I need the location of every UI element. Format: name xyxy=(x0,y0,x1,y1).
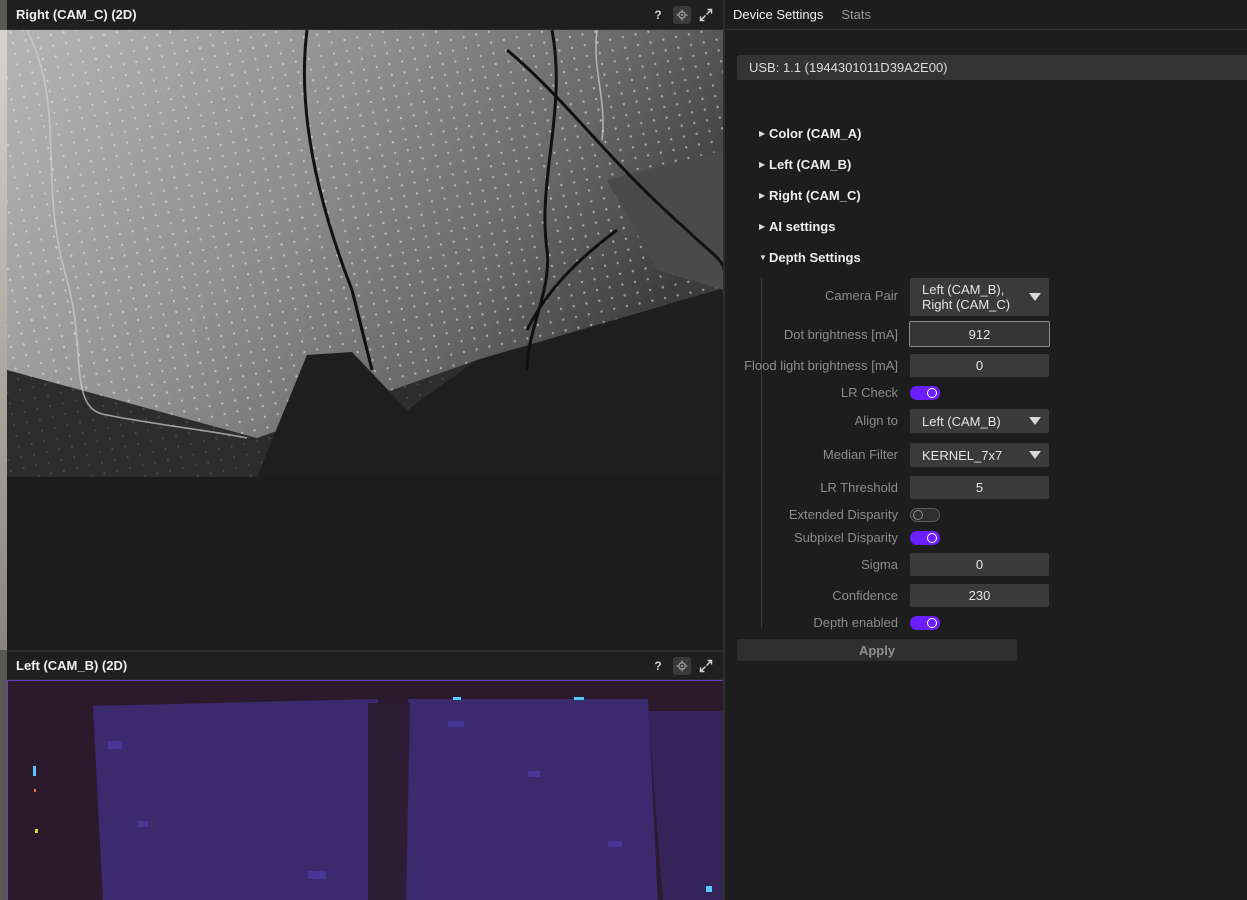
viewport-title: Left (CAM_B) (2D) xyxy=(16,658,128,673)
gear-icon[interactable] xyxy=(673,5,691,24)
triangle-right-icon: ▶ xyxy=(759,222,766,231)
median-filter-value: KERNEL_7x7 xyxy=(922,447,1003,463)
apply-button[interactable]: Apply xyxy=(737,639,1017,661)
viewport-right-cam: Right (CAM_C) (2D) ? xyxy=(7,0,724,650)
settings-panel: Device Settings Stats USB: 1.1 (19443010… xyxy=(725,0,1247,900)
dot-brightness-input[interactable]: 912 xyxy=(909,321,1050,347)
align-to-dropdown[interactable]: Left (CAM_B) xyxy=(910,409,1049,433)
section-label: Depth Settings xyxy=(769,250,861,265)
depth-settings-guide-line xyxy=(761,278,762,628)
depth-enabled-label: Depth enabled xyxy=(813,615,898,630)
median-filter-label: Median Filter xyxy=(822,447,898,462)
device-selector[interactable]: USB: 1.1 (1944301011D39A2E00) xyxy=(737,55,1247,80)
confidence-label: Confidence xyxy=(832,588,898,603)
extended-disparity-label: Extended Disparity xyxy=(788,507,898,522)
triangle-down-icon: ▼ xyxy=(759,253,767,262)
confidence-input[interactable]: 230 xyxy=(910,584,1049,607)
flood-brightness-label: Flood light brightness [mA] xyxy=(744,358,898,373)
lr-threshold-input[interactable]: 5 xyxy=(910,476,1049,499)
lr-check-label: LR Check xyxy=(840,385,898,400)
viewport-header: Right (CAM_C) (2D) ? xyxy=(7,0,724,30)
section-left-cam[interactable]: ▶ Left (CAM_B) xyxy=(759,157,851,172)
lr-threshold-label: LR Threshold xyxy=(820,480,898,495)
section-label: Right (CAM_C) xyxy=(769,188,861,203)
viewport-area: Right (CAM_C) (2D) ? Left (CAM_B) (2D) ? xyxy=(0,0,724,900)
help-button[interactable]: ? xyxy=(649,657,667,675)
camera-pair-label: Camera Pair xyxy=(825,288,898,303)
sigma-label: Sigma xyxy=(861,557,898,572)
tab-device-settings[interactable]: Device Settings xyxy=(733,7,831,29)
triangle-right-icon: ▶ xyxy=(759,129,766,138)
section-label: AI settings xyxy=(769,219,836,234)
section-right-cam[interactable]: ▶ Right (CAM_C) xyxy=(759,188,861,203)
flood-brightness-input[interactable]: 0 xyxy=(910,354,1049,377)
camera-pair-value: Left (CAM_B), Right (CAM_C) xyxy=(922,282,1011,312)
subpixel-disparity-label: Subpixel Disparity xyxy=(793,530,898,545)
background-viewport-edge xyxy=(0,0,7,900)
triangle-right-icon: ▶ xyxy=(759,160,766,169)
section-label: Left (CAM_B) xyxy=(769,157,852,172)
extended-disparity-toggle[interactable] xyxy=(910,508,940,522)
viewport-left-cam: Left (CAM_B) (2D) ? xyxy=(7,650,724,900)
viewport-header: Left (CAM_B) (2D) ? xyxy=(7,652,724,680)
sigma-input[interactable]: 0 xyxy=(910,553,1049,576)
maximize-icon[interactable] xyxy=(697,657,715,675)
section-depth-settings[interactable]: ▼ Depth Settings xyxy=(759,250,861,265)
align-to-label: Align to xyxy=(854,413,898,428)
camera-image-mono xyxy=(7,30,724,477)
chevron-down-icon xyxy=(1021,417,1049,425)
section-label: Color (CAM_A) xyxy=(769,126,862,141)
gear-icon[interactable] xyxy=(673,656,691,675)
subpixel-disparity-toggle[interactable] xyxy=(910,531,940,545)
depth-image xyxy=(7,680,724,900)
triangle-right-icon: ▶ xyxy=(759,191,766,200)
device-label: USB: 1.1 (1944301011D39A2E00) xyxy=(749,60,948,75)
section-ai-settings[interactable]: ▶ AI settings xyxy=(759,219,835,234)
tab-bar: Device Settings Stats xyxy=(725,0,1247,30)
lr-check-toggle[interactable] xyxy=(910,386,940,400)
viewport-title: Right (CAM_C) (2D) xyxy=(16,7,137,22)
dot-brightness-label: Dot brightness [mA] xyxy=(783,327,898,342)
maximize-icon[interactable] xyxy=(697,6,715,24)
median-filter-dropdown[interactable]: KERNEL_7x7 xyxy=(910,443,1049,467)
chevron-down-icon xyxy=(1021,293,1049,301)
section-color-cam[interactable]: ▶ Color (CAM_A) xyxy=(759,126,861,141)
align-to-value: Left (CAM_B) xyxy=(922,413,1001,429)
camera-pair-dropdown[interactable]: Left (CAM_B), Right (CAM_C) xyxy=(910,278,1049,316)
tab-stats[interactable]: Stats xyxy=(841,7,879,29)
chevron-down-icon xyxy=(1021,451,1049,459)
depth-enabled-toggle[interactable] xyxy=(910,616,940,630)
help-button[interactable]: ? xyxy=(649,6,667,24)
